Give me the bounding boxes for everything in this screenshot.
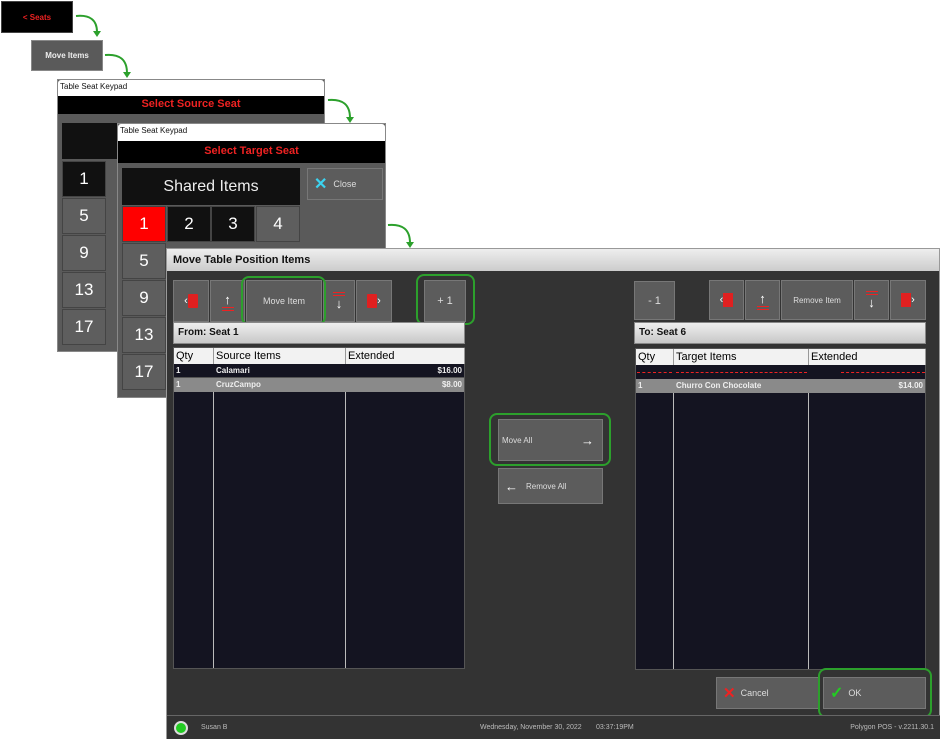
to-seat-header: To: Seat 6 xyxy=(634,322,926,344)
status-date: Wednesday, November 30, 2022 xyxy=(480,724,582,731)
keypad-header: Select Source Seat xyxy=(58,96,324,114)
seat-button[interactable]: 17 xyxy=(62,309,106,345)
target-items-table: Qty Target Items Extended 1 Churro Con Ch… xyxy=(635,348,926,670)
window-title: Table Seat Keypad xyxy=(118,124,385,141)
next-page-button[interactable]: › xyxy=(356,280,392,322)
flow-arrow xyxy=(327,98,351,119)
next-page-button[interactable]: › xyxy=(890,280,926,320)
highlight xyxy=(489,413,611,466)
flow-arrow xyxy=(75,14,98,33)
seat-button-selected[interactable]: 1 xyxy=(122,206,166,242)
status-time: 03:37:19PM xyxy=(596,724,634,731)
column-header: Target Items xyxy=(674,349,809,365)
separator-row xyxy=(636,365,925,379)
table-row[interactable]: 1 Calamari $16.00 xyxy=(174,364,464,378)
arrow-left-icon: ← xyxy=(505,478,518,494)
move-items-button[interactable]: Move Items xyxy=(31,40,103,71)
column-header: Qty xyxy=(174,348,214,364)
shared-items-button[interactable]: Shared Items xyxy=(122,168,300,205)
next-page-icon: › xyxy=(367,294,381,308)
seat-button[interactable]: 9 xyxy=(62,235,106,271)
x-icon: ✕ xyxy=(723,685,736,702)
column-header: Qty xyxy=(636,349,674,365)
move-down-button[interactable]: ↓ xyxy=(854,280,889,320)
move-up-button[interactable]: ↑ xyxy=(210,280,245,322)
seat-button[interactable]: 1 xyxy=(62,161,106,197)
flow-arrow xyxy=(104,53,128,74)
cancel-button[interactable]: ✕ Cancel xyxy=(716,677,819,709)
seat-button[interactable]: 5 xyxy=(62,198,106,234)
next-page-icon: › xyxy=(901,293,915,307)
source-items-table: Qty Source Items Extended 1 Calamari $16.0… xyxy=(173,347,465,669)
arrow-down-icon: ↓ xyxy=(335,295,343,311)
highlight xyxy=(818,668,932,718)
seat-button[interactable]: 9 xyxy=(122,280,166,316)
decrease-qty-button[interactable]: - 1 xyxy=(634,281,675,320)
arrow-down-icon: ↓ xyxy=(868,294,875,310)
flow-arrow xyxy=(387,223,411,244)
highlight xyxy=(416,274,475,325)
close-icon: ✕ xyxy=(314,176,328,193)
online-status-icon xyxy=(174,721,188,735)
highlight xyxy=(241,276,326,325)
seat-button[interactable]: 5 xyxy=(122,243,166,279)
version-label: Polygon POS - v.2211.30.1 xyxy=(850,724,934,731)
column-header: Source Items xyxy=(214,348,346,364)
table-row[interactable]: 1 CruzCampo $8.00 xyxy=(174,378,464,392)
status-bar: Susan B Wednesday, November 30, 2022 03:… xyxy=(167,715,940,739)
seat-button[interactable]: 2 xyxy=(167,206,211,242)
column-header: Extended xyxy=(809,349,926,365)
prev-page-button[interactable]: ‹ xyxy=(709,280,744,320)
seat-button[interactable]: 13 xyxy=(122,317,166,353)
window-title: Table Seat Keypad xyxy=(58,80,324,96)
window-title: Move Table Position Items xyxy=(167,249,939,271)
move-down-button[interactable]: ↓ xyxy=(323,280,355,322)
remove-item-button[interactable]: Remove Item xyxy=(781,280,853,320)
prev-page-icon: ‹ xyxy=(720,293,734,307)
close-button[interactable]: ✕ Close xyxy=(307,168,383,200)
seat-button[interactable]: 17 xyxy=(122,354,166,390)
arrow-up-icon: ↑ xyxy=(759,290,766,306)
from-seat-header: From: Seat 1 xyxy=(173,322,465,344)
user-name: Susan B xyxy=(201,724,228,731)
keypad-header: Select Target Seat xyxy=(118,141,385,163)
seat-button[interactable]: 13 xyxy=(62,272,106,308)
remove-all-button[interactable]: ← Remove All xyxy=(498,468,603,504)
table-row[interactable]: 1 Churro Con Chocolate $14.00 xyxy=(636,379,925,393)
move-up-button[interactable]: ↑ xyxy=(745,280,780,320)
seats-back-button[interactable]: < Seats xyxy=(1,1,73,33)
prev-page-icon: ‹ xyxy=(184,294,198,308)
seat-button[interactable]: 3 xyxy=(211,206,255,242)
seat-button[interactable]: 4 xyxy=(256,206,300,242)
arrow-up-icon: ↑ xyxy=(224,291,231,307)
prev-page-button[interactable]: ‹ xyxy=(173,280,209,322)
column-header: Extended xyxy=(346,348,465,364)
